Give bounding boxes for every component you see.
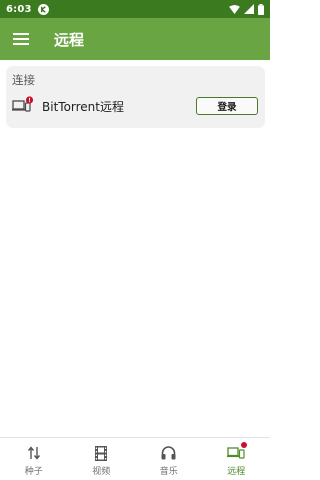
headphones-icon	[160, 445, 178, 461]
status-time: 6:03	[6, 3, 32, 15]
bottom-nav: 种子 视频 音乐 远程	[0, 437, 270, 480]
menu-button[interactable]	[0, 18, 42, 60]
battery-icon	[258, 3, 264, 15]
wifi-icon	[229, 4, 240, 14]
nav-item-video[interactable]: 视频	[68, 438, 136, 480]
notification-badge	[241, 442, 248, 448]
screen: 6:03 远程 连接 BitTorrent远程 登录 种子 视频 音乐 远程	[0, 0, 270, 480]
nav-label: 视频	[92, 467, 111, 477]
signal-icon	[244, 4, 254, 14]
film-icon	[92, 445, 110, 461]
nav-item-music[interactable]: 音乐	[135, 438, 203, 480]
nav-label: 远程	[227, 467, 246, 477]
status-icons	[229, 3, 264, 15]
login-button[interactable]: 登录	[196, 97, 258, 115]
remote-device-icon	[227, 442, 248, 461]
nav-item-remote[interactable]: 远程	[203, 438, 271, 480]
app-notification-icon	[37, 3, 49, 15]
device-label: BitTorrent远程	[42, 100, 124, 114]
nav-item-torrents[interactable]: 种子	[0, 438, 68, 480]
page-title: 远程	[54, 30, 85, 49]
nav-label: 种子	[24, 467, 43, 477]
connection-card: 连接 BitTorrent远程 登录	[6, 66, 265, 128]
menu-icon	[13, 33, 29, 45]
transfer-arrows-icon	[25, 445, 43, 461]
status-bar: 6:03	[0, 0, 270, 18]
card-header: 连接	[12, 73, 35, 87]
remote-device-warning-icon	[12, 96, 34, 114]
nav-label: 音乐	[159, 467, 178, 477]
app-bar: 远程	[0, 18, 270, 60]
